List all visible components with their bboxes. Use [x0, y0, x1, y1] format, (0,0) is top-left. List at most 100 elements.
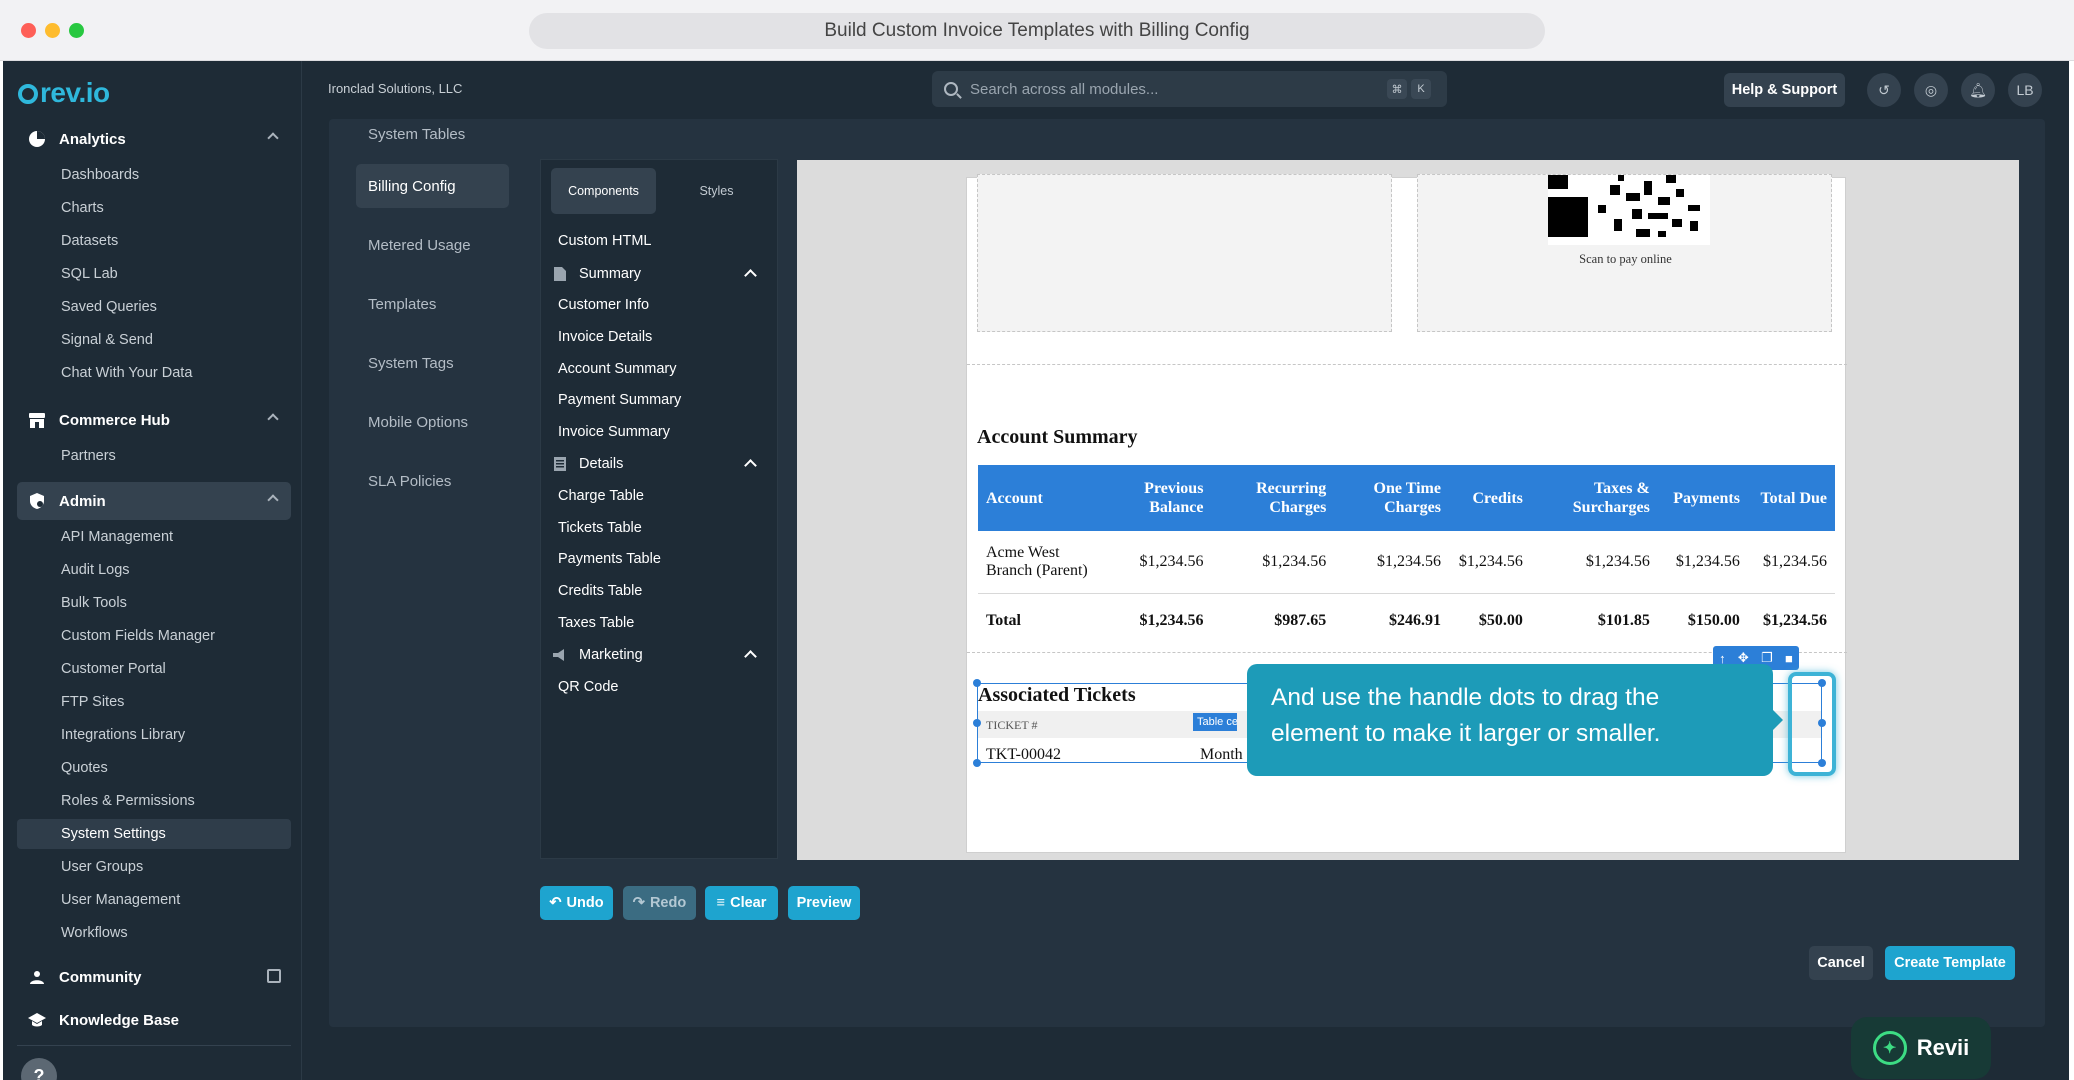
- create-template-button[interactable]: Create Template: [1885, 946, 2015, 980]
- sidebar-item-system-settings[interactable]: System Settings: [17, 819, 291, 849]
- col-previous-balance: Previous Balance: [1116, 465, 1212, 531]
- resize-handle[interactable]: [973, 759, 981, 767]
- cell-value: $1,234.56: [1763, 612, 1827, 630]
- qr-code-block[interactable]: Scan to pay online: [1417, 174, 1832, 332]
- table-cell-tag: Table ce: [1193, 713, 1237, 731]
- sidebar-item-quotes[interactable]: Quotes: [17, 753, 291, 783]
- col-account: Account: [978, 465, 1117, 531]
- sidebar-item-chat-with-data[interactable]: Chat With Your Data: [17, 358, 291, 388]
- component-charge-table[interactable]: Charge Table: [558, 488, 644, 504]
- component-group-details[interactable]: Details: [551, 450, 771, 478]
- sidebar-item-integrations-library[interactable]: Integrations Library: [17, 720, 291, 750]
- sidebar-item-partners[interactable]: Partners: [17, 441, 291, 471]
- col-one-time-charges: One Time Charges: [1334, 465, 1449, 531]
- settings-nav-sla-policies[interactable]: SLA Policies: [356, 459, 509, 503]
- chevron-up-icon: [744, 459, 757, 472]
- global-search-input[interactable]: Search across all modules... ⌘ K: [932, 71, 1447, 107]
- app: rev.io Analytics Dashboards Charts Datas…: [3, 61, 2069, 1080]
- sidebar-divider: [17, 1045, 291, 1046]
- logo[interactable]: rev.io: [18, 77, 110, 109]
- sidebar-item-user-groups[interactable]: User Groups: [17, 852, 291, 882]
- component-taxes-table[interactable]: Taxes Table: [558, 615, 634, 631]
- sidebar-item-bulk-tools[interactable]: Bulk Tools: [17, 588, 291, 618]
- sidebar-section-analytics[interactable]: Analytics: [17, 120, 291, 158]
- table-header-row: Account Previous Balance Recurring Charg…: [978, 465, 1835, 531]
- sidebar-section-community[interactable]: Community: [17, 958, 291, 996]
- maximize-window-icon[interactable]: [69, 23, 84, 38]
- settings-nav-billing-config[interactable]: Billing Config: [356, 164, 509, 208]
- history-icon[interactable]: ↺: [1867, 73, 1901, 107]
- shield-gear-icon: [27, 491, 47, 511]
- help-question-icon[interactable]: ?: [21, 1058, 57, 1080]
- component-payments-table[interactable]: Payments Table: [558, 551, 661, 567]
- component-invoice-details[interactable]: Invoice Details: [558, 329, 652, 345]
- component-payment-summary[interactable]: Payment Summary: [558, 392, 681, 408]
- sidebar-item-datasets[interactable]: Datasets: [17, 226, 291, 256]
- payment-info-block[interactable]: [977, 174, 1392, 332]
- sidebar-item-customer-portal[interactable]: Customer Portal: [17, 654, 291, 684]
- settings-nav-metered-usage[interactable]: Metered Usage: [356, 223, 509, 267]
- sidebar-item-ftp-sites[interactable]: FTP Sites: [17, 687, 291, 717]
- settings-nav: System Tables Billing Config Metered Usa…: [329, 119, 509, 739]
- sidebar-section-knowledge-base[interactable]: Knowledge Base: [17, 1001, 291, 1039]
- tutorial-tooltip: And use the handle dots to drag the elem…: [1247, 664, 1783, 776]
- settings-nav-system-tags[interactable]: System Tags: [356, 341, 509, 385]
- bell-icon[interactable]: 🔔︎: [1961, 73, 1995, 107]
- search-placeholder: Search across all modules...: [970, 80, 1159, 98]
- settings-nav-mobile-options[interactable]: Mobile Options: [356, 400, 509, 444]
- help-support-button[interactable]: Help & Support: [1724, 73, 1845, 107]
- sidebar-item-api-management[interactable]: API Management: [17, 522, 291, 552]
- component-invoice-summary[interactable]: Invoice Summary: [558, 424, 670, 440]
- sidebar: rev.io Analytics Dashboards Charts Datas…: [3, 61, 302, 1080]
- component-credits-table[interactable]: Credits Table: [558, 583, 642, 599]
- component-qr-code[interactable]: QR Code: [558, 679, 618, 695]
- tab-styles[interactable]: Styles: [664, 168, 769, 214]
- sidebar-item-saved-queries[interactable]: Saved Queries: [17, 292, 291, 322]
- tab-components[interactable]: Components: [551, 168, 656, 214]
- resize-handle[interactable]: [973, 679, 981, 687]
- sidebar-section-label: Commerce Hub: [59, 411, 170, 429]
- sidebar-item-user-management[interactable]: User Management: [17, 885, 291, 915]
- preview-button[interactable]: Preview: [788, 886, 860, 920]
- component-account-summary[interactable]: Account Summary: [558, 361, 676, 377]
- clear-icon: ≡: [716, 895, 726, 911]
- account-summary-table[interactable]: Account Previous Balance Recurring Charg…: [978, 465, 1835, 649]
- main-content: System Tables Billing Config Metered Usa…: [329, 119, 2045, 1027]
- undo-button[interactable]: ↶ Undo: [540, 886, 613, 920]
- cell-value: $1,234.56: [1116, 531, 1212, 594]
- sidebar-item-custom-fields-manager[interactable]: Custom Fields Manager: [17, 621, 291, 651]
- component-group-summary[interactable]: Summary: [551, 260, 771, 288]
- account-summary-title: Account Summary: [977, 426, 1138, 448]
- resize-handle[interactable]: [973, 719, 981, 727]
- sidebar-item-sql-lab[interactable]: SQL Lab: [17, 259, 291, 289]
- sidebar-section-admin[interactable]: Admin: [17, 482, 291, 520]
- component-custom-html[interactable]: Custom HTML: [558, 233, 651, 249]
- component-customer-info[interactable]: Customer Info: [558, 297, 649, 313]
- minimize-window-icon[interactable]: [45, 23, 60, 38]
- revii-assistant-button[interactable]: ✦ Revii: [1851, 1017, 1991, 1079]
- screen: Build Custom Invoice Templates with Bill…: [0, 0, 2074, 1080]
- sidebar-item-charts[interactable]: Charts: [17, 193, 291, 223]
- camera-icon[interactable]: ◎: [1914, 73, 1948, 107]
- settings-nav-templates[interactable]: Templates: [356, 282, 509, 326]
- sidebar-item-roles-permissions[interactable]: Roles & Permissions: [17, 786, 291, 816]
- list-document-icon: [551, 455, 569, 473]
- col-credits: Credits: [1448, 465, 1531, 531]
- component-tickets-table[interactable]: Tickets Table: [558, 520, 642, 536]
- sidebar-section-label: Knowledge Base: [59, 1011, 180, 1029]
- delete-icon[interactable]: ■: [1785, 651, 1793, 666]
- sidebar-section-commerce-hub[interactable]: Commerce Hub: [17, 401, 291, 439]
- user-avatar[interactable]: LB: [2008, 73, 2042, 107]
- sidebar-item-audit-logs[interactable]: Audit Logs: [17, 555, 291, 585]
- close-window-icon[interactable]: [21, 23, 36, 38]
- sidebar-item-signal-send[interactable]: Signal & Send: [17, 325, 291, 355]
- sidebar-item-dashboards[interactable]: Dashboards: [17, 160, 291, 190]
- cancel-button[interactable]: Cancel: [1809, 946, 1873, 980]
- col-taxes-surcharges: Taxes & Surcharges: [1530, 465, 1658, 531]
- settings-nav-system-tables[interactable]: System Tables: [356, 119, 509, 156]
- redo-button[interactable]: ↷ Redo: [623, 886, 696, 920]
- cell-value: $246.91: [1388, 612, 1441, 630]
- component-group-marketing[interactable]: Marketing: [551, 641, 771, 669]
- clear-button[interactable]: ≡ Clear: [705, 886, 778, 920]
- sidebar-item-workflows[interactable]: Workflows: [17, 918, 291, 948]
